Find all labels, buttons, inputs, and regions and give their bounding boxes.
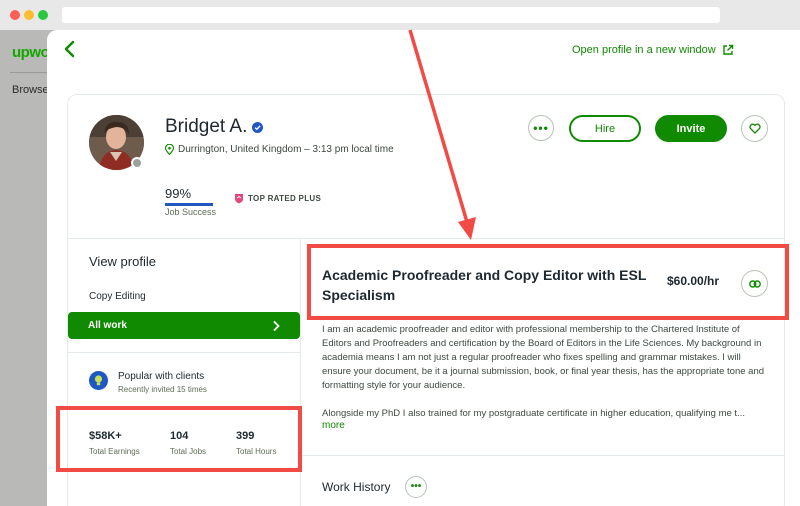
external-link-icon <box>723 44 733 55</box>
highlight-box-stats <box>56 406 302 472</box>
background-browse-link[interactable]: Browse <box>12 84 49 96</box>
description-paragraph: I am an academic proofreader and editor … <box>322 324 765 391</box>
browser-chrome <box>0 0 800 30</box>
popular-with-clients-subtitle: Recently invited 15 times <box>118 385 207 394</box>
save-favorite-button[interactable] <box>741 115 768 142</box>
profile-description: I am an academic proofreader and editor … <box>322 323 768 421</box>
more-link[interactable]: more <box>322 420 345 431</box>
job-success-bar <box>165 203 213 206</box>
open-profile-label: Open profile in a new window <box>572 44 716 56</box>
sidebar-item-copy-editing[interactable]: Copy Editing <box>89 291 146 302</box>
background-divider <box>10 72 48 73</box>
popular-with-clients-title: Popular with clients <box>118 371 205 382</box>
location-pin-icon <box>165 144 174 155</box>
window-close-dot[interactable] <box>10 10 20 20</box>
profile-name-text: Bridget A. <box>165 116 248 137</box>
view-profile-heading: View profile <box>89 254 156 269</box>
sidebar-item-all-work[interactable]: All work <box>68 312 300 339</box>
address-bar[interactable] <box>62 7 720 23</box>
top-rated-shield-icon <box>235 194 243 204</box>
sidebar-item-label: All work <box>88 320 127 331</box>
card-divider <box>67 238 785 239</box>
verified-badge-icon <box>252 121 264 133</box>
job-success-value: 99% <box>165 186 192 201</box>
section-divider <box>301 455 785 456</box>
window-maximize-dot[interactable] <box>38 10 48 20</box>
work-history-options-button[interactable]: ••• <box>405 476 427 498</box>
hire-button[interactable]: Hire <box>569 115 641 142</box>
back-arrow-icon[interactable] <box>60 38 82 60</box>
heart-icon <box>748 123 761 134</box>
top-rated-badge: TOP RATED PLUS <box>234 193 321 204</box>
highlight-box-title <box>307 244 789 320</box>
chevron-right-icon <box>273 320 280 331</box>
description-paragraph: Alongside my PhD I also trained for my p… <box>322 408 745 419</box>
sidebar-divider <box>67 352 300 353</box>
job-success-label: Job Success <box>165 207 217 217</box>
open-profile-link[interactable]: Open profile in a new window <box>572 44 734 56</box>
window-minimize-dot[interactable] <box>24 10 34 20</box>
profile-name: Bridget A. <box>165 116 264 138</box>
online-status-dot <box>131 157 143 169</box>
location-text: Durrington, United Kingdom – 3:13 pm loc… <box>178 144 394 155</box>
more-options-button[interactable]: ••• <box>528 115 554 141</box>
lightbulb-icon <box>89 371 108 390</box>
profile-location: Durrington, United Kingdom – 3:13 pm loc… <box>165 144 394 155</box>
work-history-heading: Work History <box>322 480 391 494</box>
top-rated-label: TOP RATED PLUS <box>248 194 322 203</box>
background-logo: upwo <box>12 44 50 61</box>
invite-button[interactable]: Invite <box>655 115 727 142</box>
